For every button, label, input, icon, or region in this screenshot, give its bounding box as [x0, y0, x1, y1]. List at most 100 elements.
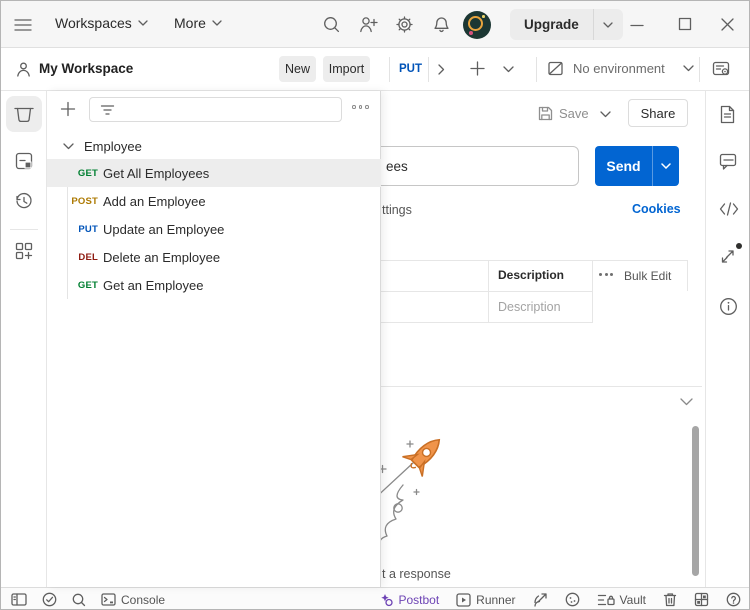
- trash-button[interactable]: [663, 592, 677, 607]
- capture-requests-button[interactable]: [533, 592, 548, 607]
- share-button[interactable]: Share: [628, 99, 688, 127]
- runner-button[interactable]: Runner: [456, 593, 515, 607]
- request-label: Add an Employee: [103, 194, 206, 209]
- environment-quick-look-button[interactable]: [712, 60, 733, 78]
- workspace-title[interactable]: My Workspace: [39, 61, 133, 76]
- capture-requests-icon: [533, 592, 548, 607]
- left-sidebar: [1, 91, 47, 587]
- sidebar-item-history[interactable]: [6, 183, 42, 219]
- vault-button[interactable]: Vault: [597, 593, 646, 607]
- cookies-link[interactable]: Cookies: [632, 202, 681, 216]
- cookie-icon: [565, 592, 580, 607]
- no-environment-icon: [547, 60, 565, 77]
- notifications-button[interactable]: [433, 16, 450, 33]
- eye-list-icon: [712, 60, 733, 78]
- chevron-down-icon: [661, 163, 671, 169]
- plus-icon: [470, 61, 485, 76]
- toggle-sidebar-button[interactable]: [11, 593, 27, 606]
- search-icon: [72, 593, 86, 607]
- request-item[interactable]: GET Get All Employees: [47, 159, 381, 187]
- upgrade-dropdown-button[interactable]: [593, 9, 623, 40]
- hamburger-icon: [14, 18, 32, 32]
- response-scrollbar[interactable]: [692, 426, 699, 576]
- collections-panel-menu-button[interactable]: [352, 105, 369, 109]
- new-button[interactable]: New: [279, 56, 316, 82]
- invite-button[interactable]: [359, 16, 378, 33]
- description-cell-placeholder[interactable]: Description: [498, 300, 561, 314]
- request-item[interactable]: GET Get an Employee: [47, 271, 381, 299]
- collection-name: Employee: [84, 139, 142, 154]
- settings-button[interactable]: [396, 16, 413, 33]
- response-collapse-button[interactable]: [680, 398, 693, 406]
- main-body: Save Share Send ttings Cookies Descr: [1, 91, 750, 587]
- split-panel-icon: [694, 592, 709, 607]
- method-badge: GET: [47, 168, 103, 179]
- add-user-icon: [359, 16, 378, 33]
- request-item[interactable]: PUT Update an Employee: [47, 215, 381, 243]
- chevron-down-icon: [212, 20, 222, 26]
- collections-filter-input[interactable]: [89, 97, 342, 122]
- environment-selector[interactable]: No environment: [547, 60, 694, 77]
- tab-options-button[interactable]: [503, 66, 514, 73]
- workspaces-menu[interactable]: Workspaces: [55, 15, 148, 31]
- sidebar-configure-button[interactable]: [6, 233, 42, 269]
- save-button[interactable]: Save: [538, 106, 589, 121]
- workspace-user-icon: [15, 61, 32, 78]
- avatar-dot: [482, 15, 485, 18]
- active-request-tab[interactable]: PUT: [399, 63, 422, 75]
- url-input[interactable]: [359, 146, 579, 186]
- new-tab-button[interactable]: [470, 61, 485, 76]
- sidebar-item-environments[interactable]: [6, 143, 42, 179]
- document-icon: [719, 105, 736, 124]
- divider: [428, 57, 429, 82]
- settings-tab-truncated[interactable]: ttings: [382, 203, 412, 217]
- postbot-button[interactable]: Postbot: [379, 593, 439, 607]
- documentation-button[interactable]: [719, 105, 736, 124]
- upgrade-split-button: Upgrade: [510, 9, 623, 40]
- upgrade-button[interactable]: Upgrade: [510, 9, 593, 40]
- bulk-edit-button[interactable]: Bulk Edit: [624, 269, 671, 283]
- save-options-button[interactable]: [600, 111, 611, 118]
- code-button[interactable]: [719, 201, 739, 217]
- bell-icon: [433, 16, 450, 33]
- tab-scroll-right-button[interactable]: [438, 64, 445, 75]
- request-item[interactable]: POST Add an Employee: [47, 187, 381, 215]
- window-close-button[interactable]: [720, 17, 735, 32]
- save-icon: [538, 106, 553, 121]
- import-button[interactable]: Import: [323, 56, 370, 82]
- request-item[interactable]: DEL Delete an Employee: [47, 243, 381, 271]
- related-requests-button[interactable]: [719, 247, 737, 265]
- minimize-icon: [630, 24, 644, 27]
- help-button[interactable]: [726, 592, 741, 607]
- find-button[interactable]: [72, 593, 86, 607]
- add-collection-button[interactable]: [60, 101, 76, 117]
- comments-button[interactable]: [719, 153, 738, 170]
- window-maximize-button[interactable]: [678, 17, 692, 31]
- request-label: Get All Employees: [103, 166, 209, 181]
- table-options-button[interactable]: [599, 273, 613, 276]
- search-button[interactable]: [323, 16, 340, 33]
- cookies-button[interactable]: [565, 592, 580, 607]
- console-icon: [101, 593, 116, 606]
- split-panel-button[interactable]: [694, 592, 709, 607]
- help-icon: [726, 592, 741, 607]
- send-button[interactable]: Send: [595, 146, 679, 186]
- trash-icon: [663, 592, 677, 607]
- divider: [536, 57, 537, 82]
- vault-label: Vault: [620, 593, 646, 607]
- main-menu-button[interactable]: [14, 18, 32, 32]
- console-button[interactable]: Console: [101, 593, 165, 607]
- send-options-button[interactable]: [652, 146, 679, 186]
- save-label: Save: [559, 106, 589, 121]
- more-menu[interactable]: More: [174, 15, 222, 31]
- gear-icon: [396, 16, 413, 33]
- code-icon: [719, 201, 739, 217]
- checklist-button[interactable]: [42, 592, 57, 607]
- method-badge: PUT: [47, 224, 103, 235]
- window-minimize-button[interactable]: [630, 24, 644, 27]
- info-button[interactable]: [719, 297, 738, 316]
- user-avatar[interactable]: [463, 11, 491, 39]
- collection-employee[interactable]: Employee: [47, 133, 381, 159]
- sidebar-item-collections[interactable]: [6, 96, 42, 132]
- table-border: [592, 260, 593, 322]
